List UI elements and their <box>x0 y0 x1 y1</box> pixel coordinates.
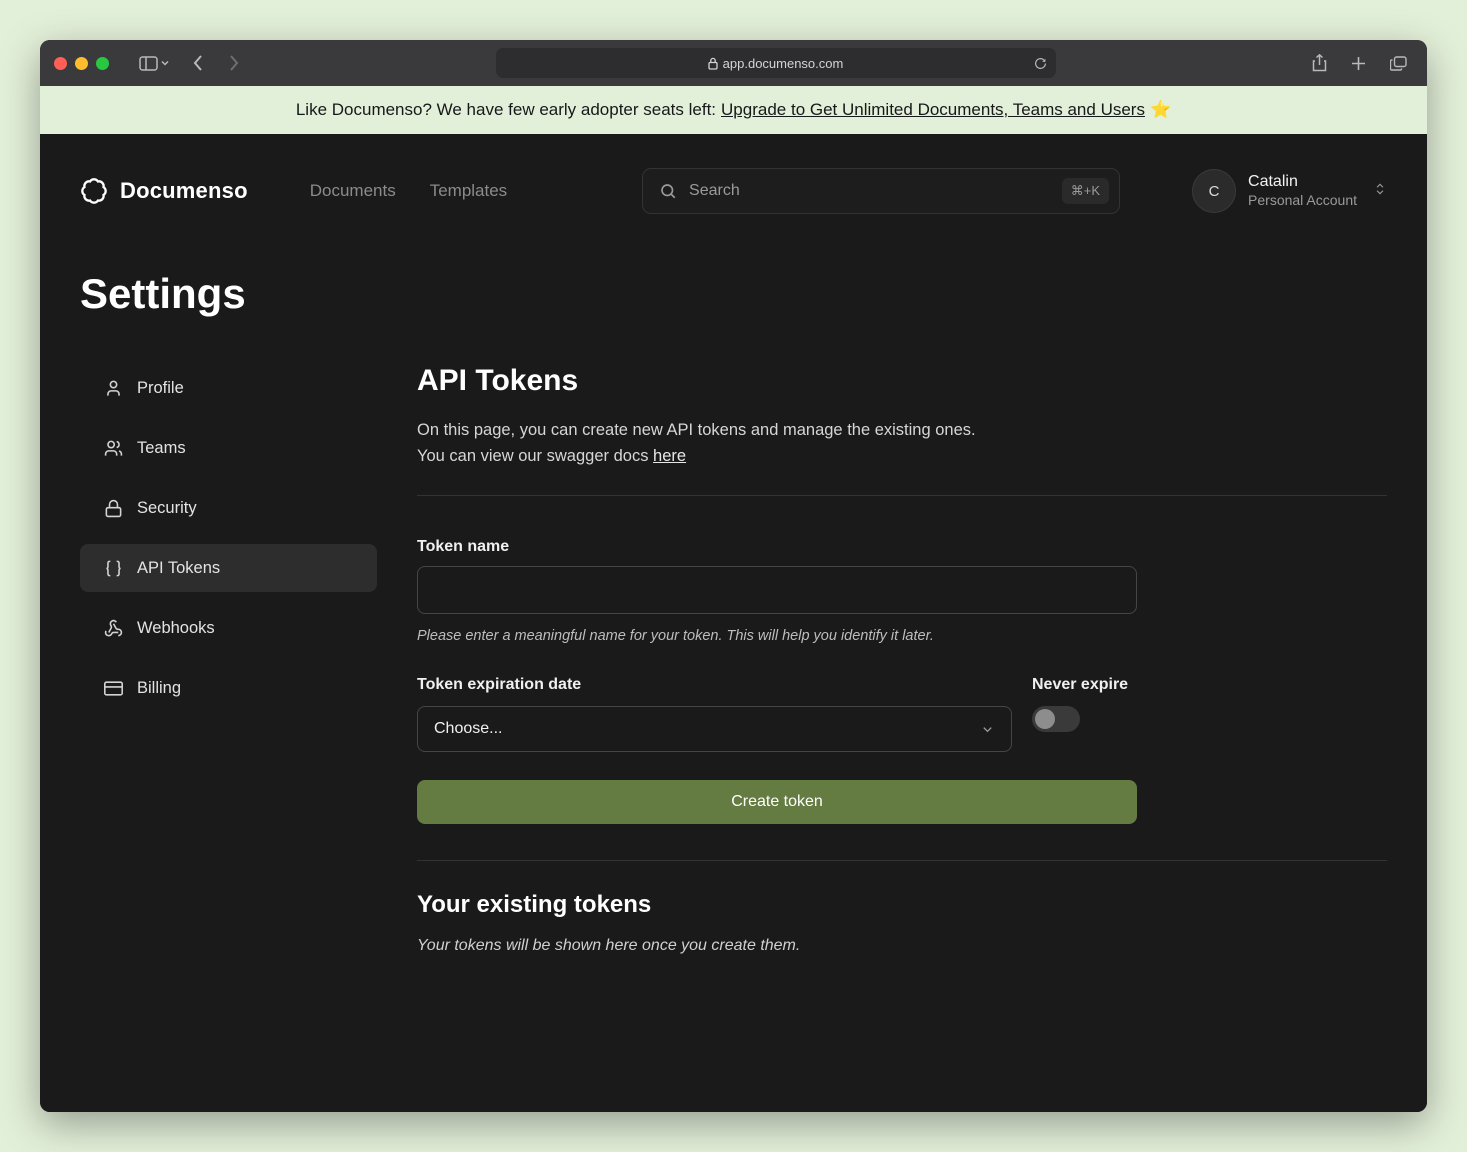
existing-tokens-title: Your existing tokens <box>417 891 1387 919</box>
lock-icon <box>708 57 718 70</box>
upgrade-link[interactable]: Upgrade to Get Unlimited Documents, Team… <box>721 100 1145 120</box>
never-expire-label: Never expire <box>1032 676 1137 694</box>
expiration-selected-value: Choose... <box>434 720 502 738</box>
sidebar-item-billing[interactable]: Billing <box>80 664 377 712</box>
section-description-line1: On this page, you can create new API tok… <box>417 421 976 439</box>
user-name: Catalin <box>1248 172 1357 192</box>
sidebar-item-profile[interactable]: Profile <box>80 364 377 412</box>
expiration-select[interactable]: Choose... <box>417 706 1012 752</box>
sidebar-item-label: Webhooks <box>137 619 215 638</box>
token-name-hint: Please enter a meaningful name for your … <box>417 628 1137 644</box>
tab-overview-button[interactable] <box>1390 54 1407 72</box>
sidebar-toggle-icon[interactable] <box>139 56 169 71</box>
chevron-down-icon <box>161 60 169 66</box>
swagger-docs-link[interactable]: here <box>653 447 686 465</box>
toggle-knob <box>1035 709 1055 729</box>
user-account-type: Personal Account <box>1248 192 1357 210</box>
token-name-input[interactable] <box>417 566 1137 614</box>
avatar: C <box>1192 169 1236 213</box>
users-icon <box>104 439 123 458</box>
sidebar-item-teams[interactable]: Teams <box>80 424 377 472</box>
search-icon <box>659 182 677 200</box>
expiration-label: Token expiration date <box>417 676 1012 694</box>
webhook-icon <box>104 619 123 638</box>
brand[interactable]: Documenso <box>80 177 248 205</box>
documenso-logo-icon <box>80 177 108 205</box>
sidebar-item-label: API Tokens <box>137 559 220 578</box>
address-bar[interactable]: app.documenso.com <box>496 48 1056 78</box>
forward-button[interactable] <box>229 55 239 71</box>
share-icon[interactable] <box>1312 54 1327 72</box>
sidebar-item-label: Security <box>137 499 197 518</box>
sidebar-item-label: Billing <box>137 679 181 698</box>
divider <box>417 860 1387 861</box>
chevron-down-icon <box>980 722 995 737</box>
url-text: app.documenso.com <box>723 56 844 71</box>
chevrons-up-down-icon <box>1373 181 1387 202</box>
api-tokens-panel: API Tokens On this page, you can create … <box>417 364 1387 955</box>
promo-text: Like Documenso? We have few early adopte… <box>296 100 716 120</box>
close-window-button[interactable] <box>54 57 67 70</box>
sidebar-item-api-tokens[interactable]: API Tokens <box>80 544 377 592</box>
section-description-line2: You can view our swagger docs <box>417 447 648 465</box>
page-title: Settings <box>40 214 1427 318</box>
existing-tokens-empty-text: Your tokens will be shown here once you … <box>417 937 1387 955</box>
reload-button[interactable] <box>1034 57 1047 70</box>
section-title: API Tokens <box>417 364 1387 398</box>
user-icon <box>104 379 123 398</box>
search-placeholder: Search <box>689 182 1050 200</box>
never-expire-toggle[interactable] <box>1032 706 1080 732</box>
settings-sidebar: Profile Teams Security <box>80 364 377 955</box>
nav-documents[interactable]: Documents <box>310 181 396 201</box>
lock-icon <box>104 499 123 518</box>
brand-name: Documenso <box>120 178 248 204</box>
divider <box>417 495 1387 496</box>
search-input[interactable]: Search ⌘+K <box>642 168 1120 214</box>
browser-titlebar: app.documenso.com <box>40 40 1427 86</box>
browser-window: app.documenso.com <box>40 40 1427 1112</box>
zoom-window-button[interactable] <box>96 57 109 70</box>
star-emoji: ⭐ <box>1150 100 1171 120</box>
credit-card-icon <box>104 679 123 698</box>
back-button[interactable] <box>193 55 203 71</box>
traffic-lights <box>54 57 109 70</box>
app-header: Documenso Documents Templates Search ⌘+K… <box>40 134 1427 214</box>
create-token-button[interactable]: Create token <box>417 780 1137 824</box>
token-name-label: Token name <box>417 538 1137 556</box>
braces-icon <box>104 559 123 578</box>
promo-banner: Like Documenso? We have few early adopte… <box>40 86 1427 134</box>
top-navigation: Documents Templates <box>310 181 507 201</box>
sidebar-item-security[interactable]: Security <box>80 484 377 532</box>
minimize-window-button[interactable] <box>75 57 88 70</box>
nav-templates[interactable]: Templates <box>430 181 507 201</box>
app-content: Documenso Documents Templates Search ⌘+K… <box>40 134 1427 1112</box>
sidebar-item-webhooks[interactable]: Webhooks <box>80 604 377 652</box>
account-menu-button[interactable]: C Catalin Personal Account <box>1192 169 1387 213</box>
new-tab-button[interactable] <box>1351 54 1366 72</box>
sidebar-item-label: Teams <box>137 439 186 458</box>
sidebar-item-label: Profile <box>137 379 184 398</box>
search-shortcut-badge: ⌘+K <box>1062 178 1109 204</box>
